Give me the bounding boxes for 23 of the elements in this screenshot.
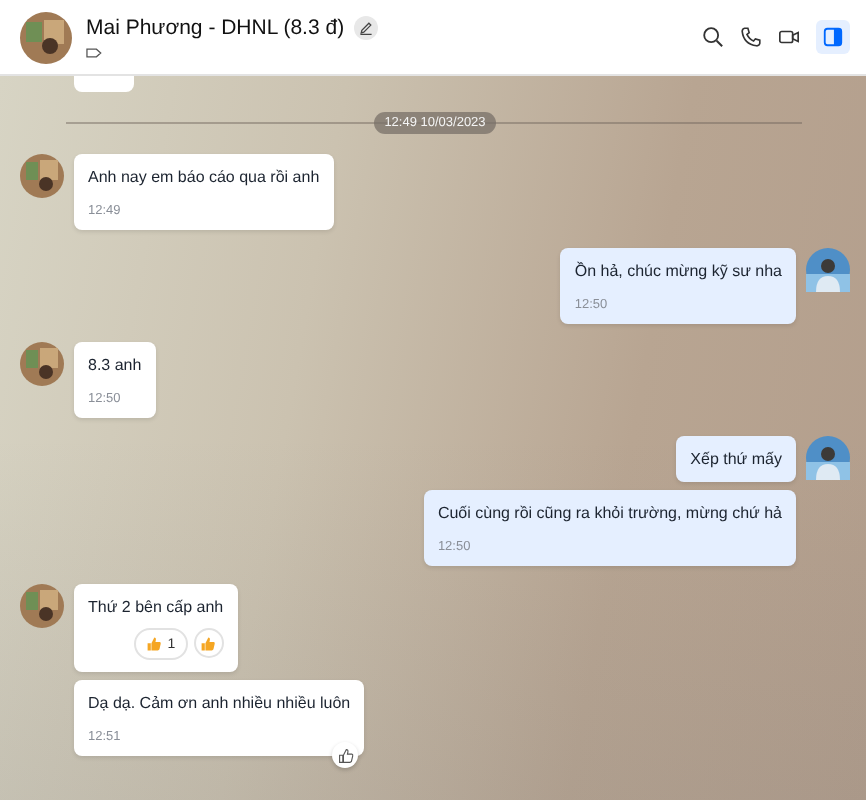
message-text: Ồn hả, chúc mừng kỹ sư nha [574, 262, 782, 282]
avatar[interactable] [20, 154, 64, 198]
avatar[interactable] [20, 11, 72, 63]
message-text: Thứ 2 bên cấp anh [88, 598, 224, 618]
video-call-icon[interactable] [778, 26, 800, 48]
message-text: 8.3 anh [88, 356, 142, 376]
message-text: Anh nay em báo cáo qua rồi anh [88, 168, 320, 188]
phone-icon[interactable] [740, 26, 762, 48]
thumbs-up-icon [145, 636, 162, 652]
tag-icon[interactable] [86, 48, 102, 58]
avatar[interactable] [20, 584, 64, 628]
like-button[interactable] [332, 742, 359, 768]
message-text: Cuối cùng rồi cũng ra khỏi trường, mừng chứ hả [437, 504, 782, 524]
side-panel-button[interactable] [816, 20, 850, 54]
chat-title: Mai Phương - DHNL (8.3 đ) [86, 16, 345, 40]
avatar[interactable] [806, 436, 850, 480]
thumbs-up-icon [200, 635, 217, 651]
avatar[interactable] [806, 248, 850, 292]
message-text: Dạ dạ. Cảm ơn anh nhiều nhiều luôn [88, 694, 351, 714]
avatar[interactable] [20, 342, 64, 386]
edit-icon[interactable] [354, 16, 379, 40]
message-text: Xếp thứ mấy [690, 450, 782, 470]
search-icon[interactable] [702, 26, 724, 48]
